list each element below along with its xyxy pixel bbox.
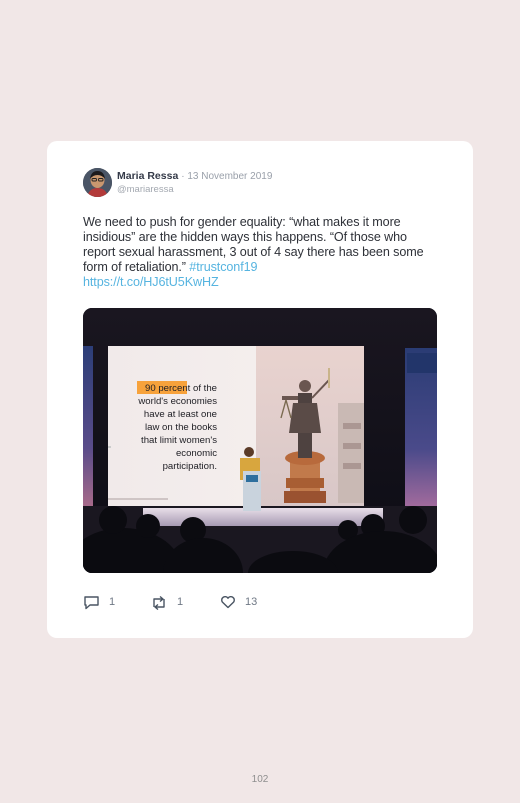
tweet-text: We need to push for gender equality: “wh… <box>83 215 438 290</box>
slide-line-2: world's economies <box>137 396 217 407</box>
page-number: 102 <box>251 774 269 785</box>
tweet-photo[interactable]: 90 percent of the world's economies have… <box>83 308 437 573</box>
tweet-actions: 1 1 13 <box>83 593 333 611</box>
retweet-button[interactable]: 1 <box>150 593 183 611</box>
retweet-icon <box>153 595 165 610</box>
retweet-count: 1 <box>177 596 184 608</box>
reply-count: 1 <box>109 596 116 608</box>
author-name[interactable]: Maria Ressa <box>117 170 178 182</box>
slide-line-1-rest: of the <box>190 383 217 394</box>
like-button[interactable]: 13 <box>220 593 257 611</box>
slide-line-5: that limit women's <box>141 435 217 446</box>
hashtag-link[interactable]: #trustconf19 <box>189 260 257 274</box>
slide-line-4: law on the books <box>145 422 217 433</box>
conference-stage-image: 90 percent of the world's economies have… <box>83 308 437 573</box>
avatar[interactable] <box>83 168 112 197</box>
like-icon <box>221 595 235 609</box>
reply-icon <box>84 595 99 609</box>
author-handle[interactable]: @mariaressa <box>117 184 174 195</box>
author-row: Maria Ressa · 13 November 2019 <box>117 170 272 182</box>
reply-button[interactable]: 1 <box>83 593 115 611</box>
slide-line-3: have at least one <box>144 409 217 420</box>
tweet-card: Maria Ressa · 13 November 2019 @mariares… <box>47 141 473 638</box>
like-count: 13 <box>245 596 258 608</box>
slide-highlight-text: 90 percent <box>145 383 191 394</box>
slide-line-1: 90 percent of the <box>145 383 217 394</box>
tweet-url-link[interactable]: https://t.co/HJ6tU5KwHZ <box>83 275 219 289</box>
tweet-date[interactable]: · 13 November 2019 <box>181 171 272 182</box>
slide-line-7: participation. <box>163 461 217 472</box>
slide-line-6: economic <box>176 448 217 459</box>
